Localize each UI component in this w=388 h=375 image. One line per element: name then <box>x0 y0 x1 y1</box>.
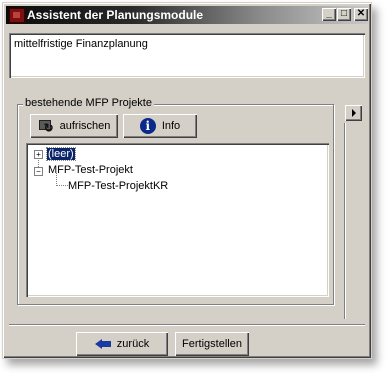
project-tree[interactable]: + (leer) − MFP-Test-Projekt MFP-Test-Pro… <box>26 143 329 297</box>
minimize-button[interactable]: _ <box>322 8 336 21</box>
projects-group-label: bestehende MFP Projekte <box>23 97 154 109</box>
tree-connector <box>56 185 68 186</box>
info-button-label: Info <box>161 120 181 132</box>
wizard-window: Assistent der Planungsmodule _ □ ✕ mitte… <box>2 2 372 359</box>
info-button[interactable]: i Info <box>123 114 197 138</box>
info-icon: i <box>139 118 156 134</box>
finish-button-label: Fertigstellen <box>182 338 242 350</box>
app-icon <box>9 8 25 23</box>
description-memo[interactable]: mittelfristige Finanzplanung <box>9 33 365 78</box>
close-button[interactable]: ✕ <box>354 8 368 21</box>
window-title: Assistent der Planungsmodule <box>27 8 204 22</box>
title-bar[interactable]: Assistent der Planungsmodule _ □ ✕ <box>6 6 368 24</box>
back-arrow-icon <box>94 339 111 349</box>
refresh-button[interactable]: aufrischen <box>30 114 118 138</box>
tree-node-mfp-test-projekt[interactable]: MFP-Test-Projekt <box>48 164 133 176</box>
back-button-label: zurück <box>116 338 150 350</box>
description-text: mittelfristige Finanzplanung <box>14 38 148 50</box>
refresh-button-label: aufrischen <box>59 120 111 132</box>
refresh-icon <box>38 118 54 135</box>
tree-node-mfp-test-projektkr[interactable]: MFP-Test-ProjektKR <box>68 180 168 192</box>
tree-node-leer[interactable]: (leer) <box>46 147 76 161</box>
finish-button[interactable]: Fertigstellen <box>175 332 249 356</box>
footer-divider-highlight <box>9 325 365 326</box>
maximize-button[interactable]: □ <box>337 8 351 21</box>
tree-collapse-icon[interactable]: − <box>34 167 43 176</box>
back-button[interactable]: zurück <box>76 332 168 356</box>
tree-expand-icon[interactable]: + <box>34 150 43 159</box>
vertical-divider-highlight <box>345 123 346 319</box>
scroll-right-icon[interactable] <box>345 105 362 121</box>
